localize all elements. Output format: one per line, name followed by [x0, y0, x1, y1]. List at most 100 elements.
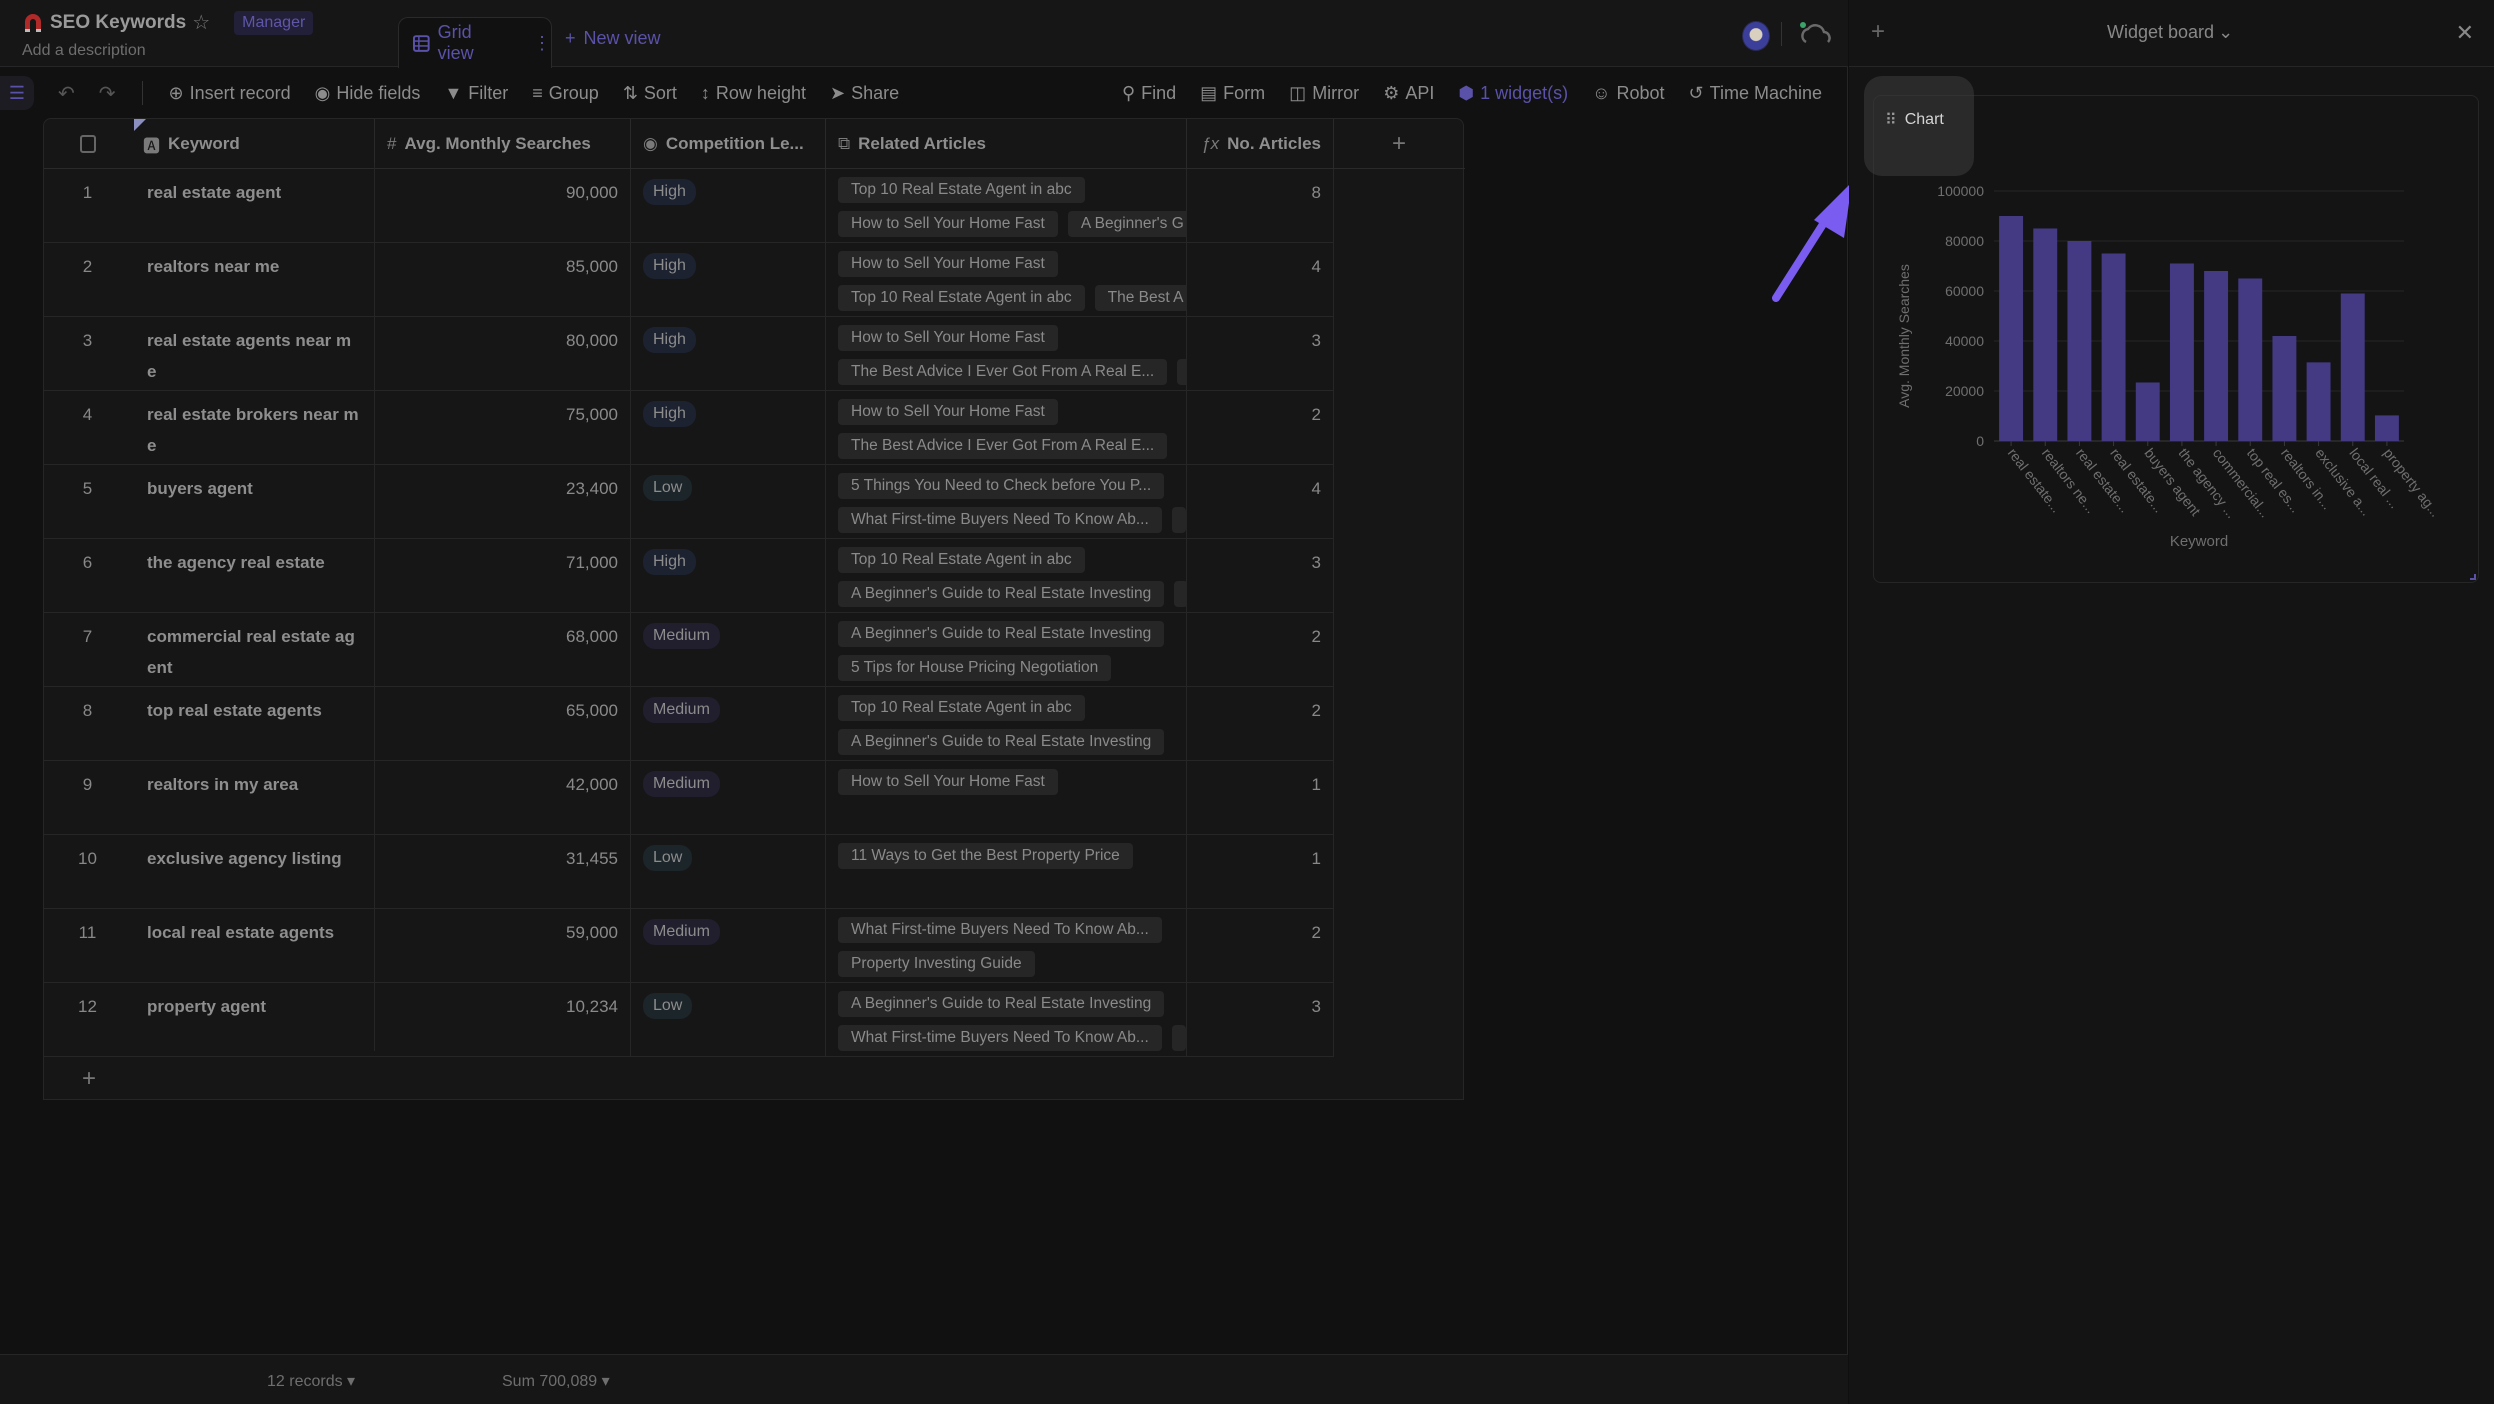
avg-searches-cell[interactable]: 65,000 [375, 687, 631, 761]
table-row[interactable]: 9 realtors in my area 42,000 Medium How … [44, 755, 1334, 835]
add-row-button[interactable]: + [44, 1057, 1334, 1101]
find-button[interactable]: ⚲ Find [1122, 83, 1176, 104]
sort-button[interactable]: ⇅ Sort [623, 83, 677, 104]
related-article-tag[interactable]: Top 10 Real Estate Agent in abc [838, 695, 1085, 721]
related-articles-cell[interactable]: 11 Ways to Get the Best Property Price [826, 835, 1187, 909]
competition-cell[interactable]: Low [631, 983, 826, 1057]
keyword-cell[interactable]: real estate agent [131, 163, 375, 237]
drag-handle-icon[interactable]: ⠿ [1885, 110, 1897, 130]
keyword-cell[interactable]: the agency real estate [131, 533, 375, 607]
related-article-tag[interactable] [1177, 359, 1186, 385]
related-articles-cell[interactable]: Top 10 Real Estate Agent in abc A Beginne… [826, 539, 1187, 613]
related-articles-cell[interactable]: How to Sell Your Home Fast [826, 761, 1187, 835]
new-view-button[interactable]: + New view [565, 28, 661, 49]
related-articles-cell[interactable]: A Beginner's Guide to Real Estate Invest… [826, 983, 1187, 1057]
robot-button[interactable]: ☺ Robot [1592, 83, 1664, 104]
keyword-cell[interactable]: top real estate agents [131, 681, 375, 755]
related-article-tag[interactable]: How to Sell Your Home Fast [838, 399, 1058, 425]
avg-searches-cell[interactable]: 23,400 [375, 465, 631, 539]
avg-searches-cell[interactable]: 42,000 [375, 761, 631, 835]
group-button[interactable]: ≡ Group [532, 83, 599, 104]
sum-summary[interactable]: Sum 700,089 ▾ [502, 1371, 610, 1391]
related-articles-cell[interactable]: How to Sell Your Home Fast The Best Advic… [826, 391, 1187, 465]
column-header-no-articles[interactable]: ƒx No. Articles [1187, 119, 1334, 169]
competition-cell[interactable]: High [631, 243, 826, 317]
competition-cell[interactable]: High [631, 169, 826, 243]
related-article-tag[interactable]: A Beginner's G [1067, 211, 1186, 237]
related-articles-cell[interactable]: How to Sell Your Home Fast Top 10 Real Es… [826, 243, 1187, 317]
related-article-tag[interactable]: What First-time Buyers Need To Know Ab..… [838, 1025, 1162, 1051]
related-article-tag[interactable]: Top 10 Real Estate Agent in abc [838, 285, 1085, 311]
competition-cell[interactable]: Medium [631, 687, 826, 761]
keyword-cell[interactable]: real estate agents near me [131, 311, 375, 385]
related-article-tag[interactable]: What First-time Buyers Need To Know Ab..… [838, 917, 1162, 943]
related-article-tag[interactable]: What First-time Buyers Need To Know Ab..… [838, 507, 1162, 533]
related-article-tag[interactable]: 11 Ways to Get the Best Property Price [838, 843, 1133, 869]
insert-record-button[interactable]: ⊕ Insert record [169, 83, 291, 104]
related-article-tag[interactable]: The Best Advice I Ever Got From A Real E… [838, 359, 1168, 385]
table-row[interactable]: 8 top real estate agents 65,000 Medium T… [44, 681, 1334, 761]
related-article-tag[interactable]: How to Sell Your Home Fast [838, 325, 1058, 351]
related-article-tag[interactable]: How to Sell Your Home Fast [838, 211, 1058, 237]
add-column-button[interactable]: + [1334, 119, 1464, 169]
cloud-sync-icon[interactable] [1798, 20, 1834, 48]
table-row[interactable]: 2 realtors near me 85,000 High How to Se… [44, 237, 1334, 317]
resize-handle[interactable] [2470, 574, 2476, 580]
api-button[interactable]: ⚙ API [1383, 83, 1434, 104]
keyword-cell[interactable]: local real estate agents [131, 903, 375, 977]
hide-fields-button[interactable]: ◉ Hide fields [315, 83, 421, 104]
row-height-button[interactable]: ↕ Row height [701, 83, 806, 104]
redo-icon[interactable]: ↷ [99, 81, 116, 106]
avatar[interactable] [1742, 21, 1770, 51]
related-article-tag[interactable]: A Beginner's Guide to Real Estate Invest… [838, 621, 1165, 647]
competition-cell[interactable]: High [631, 391, 826, 465]
related-articles-cell[interactable]: What First-time Buyers Need To Know Ab..… [826, 909, 1187, 983]
add-description[interactable]: Add a description [22, 42, 146, 60]
related-article-tag[interactable]: Property Investing Guide [838, 951, 1035, 977]
table-row[interactable]: 5 buyers agent 23,400 Low 5 Things You N… [44, 459, 1334, 539]
related-article-tag[interactable] [1171, 1025, 1186, 1051]
related-article-tag[interactable]: A Beginner's Guide to Real Estate Invest… [838, 729, 1165, 755]
avg-searches-cell[interactable]: 75,000 [375, 391, 631, 465]
avg-searches-cell[interactable]: 80,000 [375, 317, 631, 391]
widget-board-selector[interactable]: Widget board ⌄ [2107, 22, 2233, 43]
avg-searches-cell[interactable]: 59,000 [375, 909, 631, 983]
avg-searches-cell[interactable]: 85,000 [375, 243, 631, 317]
record-count[interactable]: 12 records ▾ [267, 1371, 355, 1391]
related-article-tag[interactable] [1171, 507, 1186, 533]
table-row[interactable]: 3 real estate agents near me 80,000 High… [44, 311, 1334, 391]
related-article-tag[interactable]: The Best Advice I Ever Got From A Real E… [838, 433, 1168, 459]
competition-cell[interactable]: High [631, 317, 826, 391]
tab-grid-view[interactable]: Grid view ⋮ [398, 17, 552, 68]
related-article-tag[interactable]: 5 Tips for House Pricing Negotiation [838, 655, 1112, 681]
table-row[interactable]: 7 commercial real estate agent 68,000 Me… [44, 607, 1334, 687]
competition-cell[interactable]: High [631, 539, 826, 613]
datasheet-name[interactable]: SEO Keywords [50, 12, 186, 34]
competition-cell[interactable]: Low [631, 465, 826, 539]
table-row[interactable]: 1 real estate agent 90,000 High Top 10 R… [44, 163, 1334, 243]
related-article-tag[interactable]: 5 Things You Need to Check before You P.… [838, 473, 1165, 499]
table-row[interactable]: 6 the agency real estate 71,000 High Top… [44, 533, 1334, 613]
table-row[interactable]: 10 exclusive agency listing 31,455 Low 1… [44, 829, 1334, 909]
add-widget-button[interactable]: + [1871, 18, 1885, 46]
sidebar-toggle-button[interactable]: ☰ [0, 76, 34, 110]
column-header-competition-level[interactable]: ◉ Competition Le... [631, 119, 826, 169]
undo-icon[interactable]: ↶ [58, 81, 75, 106]
related-article-tag[interactable] [1174, 581, 1186, 607]
related-articles-cell[interactable]: Top 10 Real Estate Agent in abc A Beginne… [826, 687, 1187, 761]
related-article-tag[interactable]: How to Sell Your Home Fast [838, 769, 1058, 795]
keyword-cell[interactable]: real estate brokers near me [131, 385, 375, 459]
related-article-tag[interactable]: A Beginner's Guide to Real Estate Invest… [838, 991, 1165, 1017]
filter-button[interactable]: ▼ Filter [444, 83, 508, 104]
keyword-cell[interactable]: buyers agent [131, 459, 375, 533]
related-article-tag[interactable]: How to Sell Your Home Fast [838, 251, 1058, 277]
avg-searches-cell[interactable]: 10,234 [375, 983, 631, 1057]
related-article-tag[interactable]: A Beginner's Guide to Real Estate Invest… [838, 581, 1165, 607]
table-row[interactable]: 11 local real estate agents 59,000 Mediu… [44, 903, 1334, 983]
star-icon[interactable]: ☆ [192, 10, 210, 35]
keyword-cell[interactable]: realtors in my area [131, 755, 375, 829]
column-header-avg-monthly-searches[interactable]: # Avg. Monthly Searches [375, 119, 631, 169]
related-article-tag[interactable]: Top 10 Real Estate Agent in abc [838, 547, 1085, 573]
widgets-button[interactable]: ⬢ 1 widget(s) [1458, 83, 1568, 104]
avg-searches-cell[interactable]: 90,000 [375, 169, 631, 243]
